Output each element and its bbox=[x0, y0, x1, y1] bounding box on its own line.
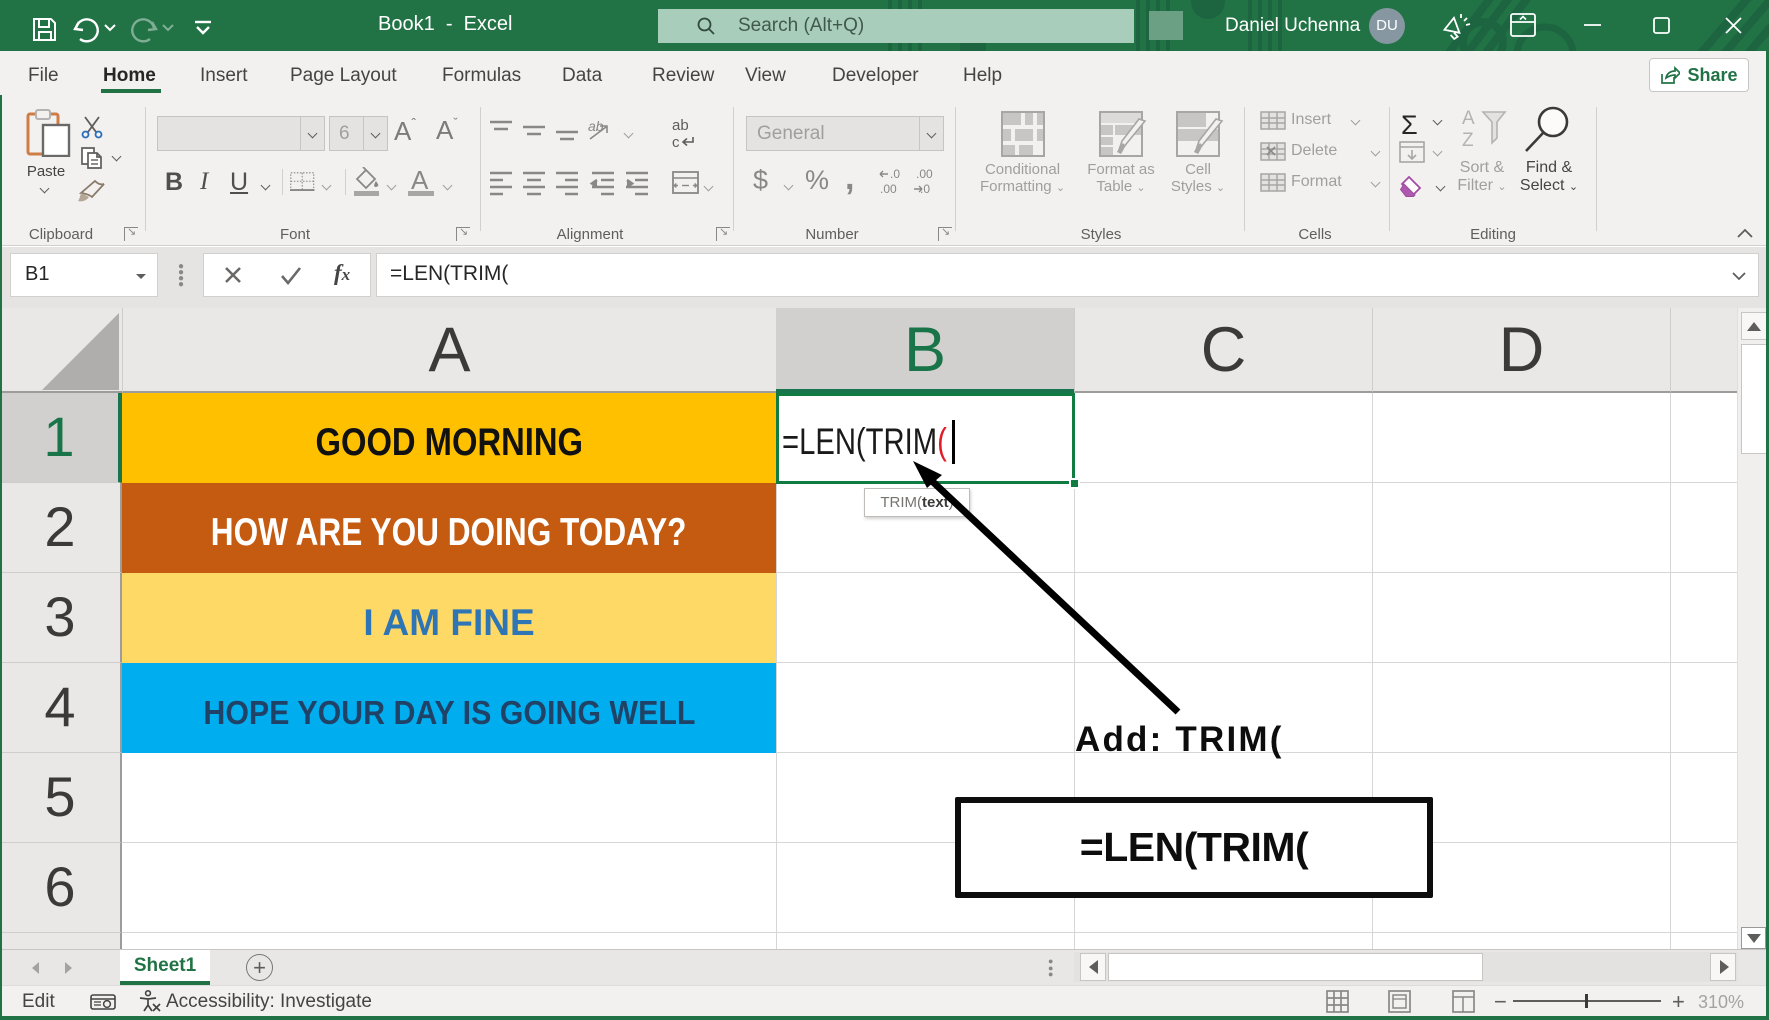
svg-text:c: c bbox=[672, 134, 680, 151]
svg-text:.00: .00 bbox=[916, 167, 933, 181]
svg-text:.0: .0 bbox=[890, 167, 900, 181]
svg-text:A: A bbox=[1462, 108, 1475, 129]
svg-text:ab: ab bbox=[672, 117, 689, 134]
svg-text:Z: Z bbox=[1462, 130, 1474, 150]
svg-text:.00: .00 bbox=[880, 182, 897, 196]
